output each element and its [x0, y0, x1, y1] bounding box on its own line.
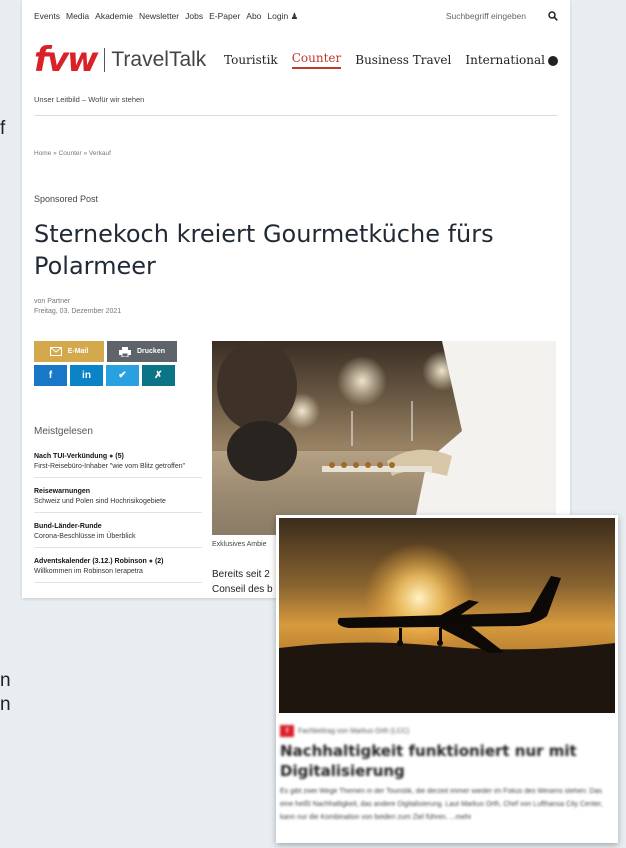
- user-icon: ♟: [290, 10, 299, 21]
- most-read-item[interactable]: Reisewarnungen Schweiz und Polen sind Ho…: [34, 487, 202, 513]
- card-title[interactable]: Nachhaltigkeit funktioniert nur mit Digi…: [280, 741, 600, 781]
- mail-icon: [49, 347, 62, 356]
- main-navigation: Touristik Counter Business Travel Intern…: [224, 51, 558, 69]
- fvw-badge-icon: f: [280, 725, 294, 737]
- nav-link-media[interactable]: Media: [66, 11, 89, 22]
- card-meta: f Fachbeitrag von Markus Orth (LCC): [280, 725, 409, 737]
- comment-icon: ●: [148, 558, 153, 565]
- twitter-icon: ✔: [118, 370, 127, 381]
- linkedin-share-button[interactable]: in: [70, 365, 103, 386]
- most-read-item[interactable]: Nach TUI-Verkündung ● (5) First-Reisebür…: [34, 452, 202, 478]
- most-read-list: Nach TUI-Verkündung ● (5) First-Reisebür…: [34, 452, 202, 592]
- nav-international[interactable]: International: [465, 53, 558, 67]
- top-navigation: Events Media Akademie Newsletter Jobs E-…: [34, 8, 558, 24]
- nav-counter[interactable]: Counter: [291, 51, 342, 69]
- card-teaser: Es gibt zwei Wege Themen in der Touristi…: [280, 788, 603, 821]
- image-caption: Exklusives Ambie: [212, 541, 267, 548]
- linkedin-icon: in: [82, 370, 91, 381]
- background-text-fragment: f: [0, 118, 6, 139]
- twitter-share-button[interactable]: ✔: [106, 365, 139, 386]
- article-kicker: Sponsored Post: [34, 194, 99, 204]
- site-logo[interactable]: fvw TravelTalk: [34, 43, 206, 77]
- site-header: fvw TravelTalk Touristik Counter Busines…: [34, 40, 558, 80]
- airplane-sunset-image: [279, 518, 615, 713]
- divider: [34, 115, 558, 116]
- printer-icon: [118, 346, 131, 357]
- breadcrumb[interactable]: Home » Counter » Verkauf: [34, 150, 111, 157]
- background-text-fragment: n: [0, 670, 11, 691]
- search-input[interactable]: Suchbegriff eingeben: [446, 11, 526, 21]
- print-button[interactable]: Drucken: [107, 341, 177, 362]
- article-image: [212, 341, 556, 535]
- related-article-card[interactable]: f Fachbeitrag von Markus Orth (LCC) Nach…: [276, 515, 618, 843]
- article-page: Events Media Akademie Newsletter Jobs E-…: [22, 0, 570, 598]
- subnav-link[interactable]: Unser Leitbild – Wofür wir stehen: [34, 95, 144, 104]
- nav-link-abo[interactable]: Abo: [246, 11, 261, 22]
- nav-link-epaper[interactable]: E-Paper: [209, 11, 240, 22]
- nav-business-travel[interactable]: Business Travel: [355, 53, 451, 67]
- globe-icon: [548, 55, 558, 66]
- most-read-title: Meistgelesen: [34, 426, 93, 437]
- login-link[interactable]: Login ♟: [267, 11, 298, 22]
- restaurant-photo: [212, 341, 556, 535]
- nav-link-jobs[interactable]: Jobs: [185, 11, 203, 22]
- author: von Partner: [34, 298, 71, 305]
- nav-link-newsletter[interactable]: Newsletter: [139, 11, 179, 22]
- article-headline: Sternekoch kreiert Gourmetküche fürs Pol…: [34, 220, 494, 280]
- xing-icon: ✗: [154, 370, 163, 381]
- share-buttons: E-Mail Drucken f in ✔ ✗: [34, 341, 178, 389]
- background-text-fragment: n: [0, 694, 11, 715]
- most-read-item[interactable]: Adventskalender (3.12.) Robinson ● (2) W…: [34, 557, 202, 583]
- nav-link-events[interactable]: Events: [34, 11, 60, 22]
- search-icon[interactable]: [548, 11, 558, 21]
- most-read-item[interactable]: Bund-Länder-Runde Corona-Beschlüsse im Ü…: [34, 522, 202, 548]
- nav-link-akademie[interactable]: Akademie: [95, 11, 133, 22]
- article-lead: Bereits seit 2 Conseil des b: [212, 569, 273, 595]
- byline: von Partner Freitag, 03. Dezember 2021: [34, 297, 121, 317]
- facebook-share-button[interactable]: f: [34, 365, 67, 386]
- publish-date: Freitag, 03. Dezember 2021: [34, 308, 122, 315]
- facebook-icon: f: [48, 370, 53, 381]
- email-button[interactable]: E-Mail: [34, 341, 104, 362]
- nav-touristik[interactable]: Touristik: [224, 53, 278, 67]
- xing-share-button[interactable]: ✗: [142, 365, 175, 386]
- comment-icon: ●: [109, 453, 114, 460]
